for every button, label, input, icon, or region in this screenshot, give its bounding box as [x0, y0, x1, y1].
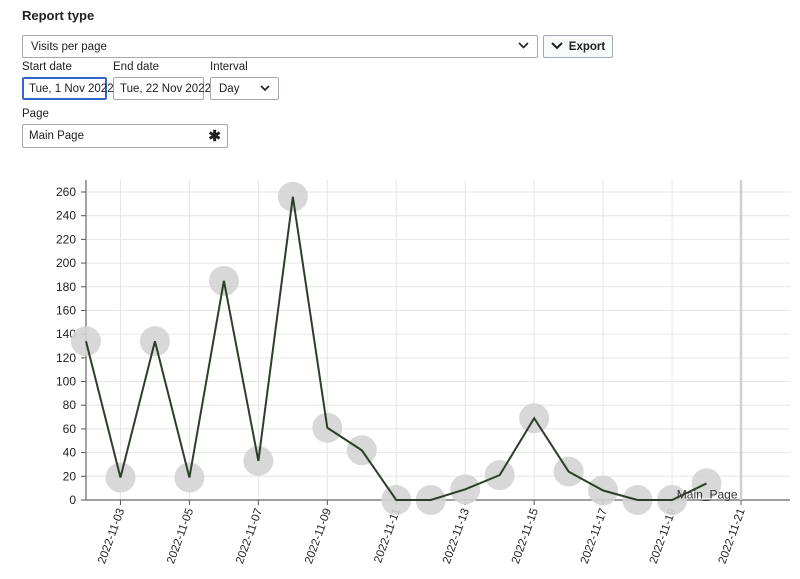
y-tick-label: 240 — [56, 209, 76, 223]
x-tick-label: 2022-11-03 — [96, 507, 127, 566]
x-tick-label: 2022-11-19 — [648, 507, 679, 566]
y-tick-label: 80 — [63, 398, 77, 412]
visits-chart: 0204060801001201401601802002202402602022… — [56, 180, 790, 566]
y-tick-label: 200 — [56, 256, 76, 270]
series-label: Main_Page — [677, 487, 738, 501]
y-tick-label: 40 — [63, 446, 77, 460]
x-tick-label: 2022-11-07 — [234, 507, 265, 566]
x-tick-label: 2022-11-15 — [510, 507, 541, 566]
x-tick-label: 2022-11-05 — [165, 507, 196, 566]
x-tick-label: 2022-11-09 — [303, 507, 334, 566]
x-tick-label: 2022-11-17 — [579, 507, 610, 566]
y-tick-label: 160 — [56, 303, 76, 317]
y-tick-label: 0 — [69, 493, 76, 507]
y-tick-label: 260 — [56, 185, 76, 199]
y-tick-label: 220 — [56, 232, 76, 246]
y-tick-label: 60 — [63, 422, 77, 436]
x-tick-label: 2022-11-11 — [372, 507, 403, 565]
x-tick-label: 2022-11-13 — [441, 507, 472, 566]
y-tick-label: 180 — [56, 280, 76, 294]
x-tick-label: 2022-11-21 — [717, 507, 748, 566]
y-tick-label: 20 — [63, 469, 77, 483]
y-tick-label: 120 — [56, 351, 76, 365]
y-tick-label: 100 — [56, 375, 76, 389]
